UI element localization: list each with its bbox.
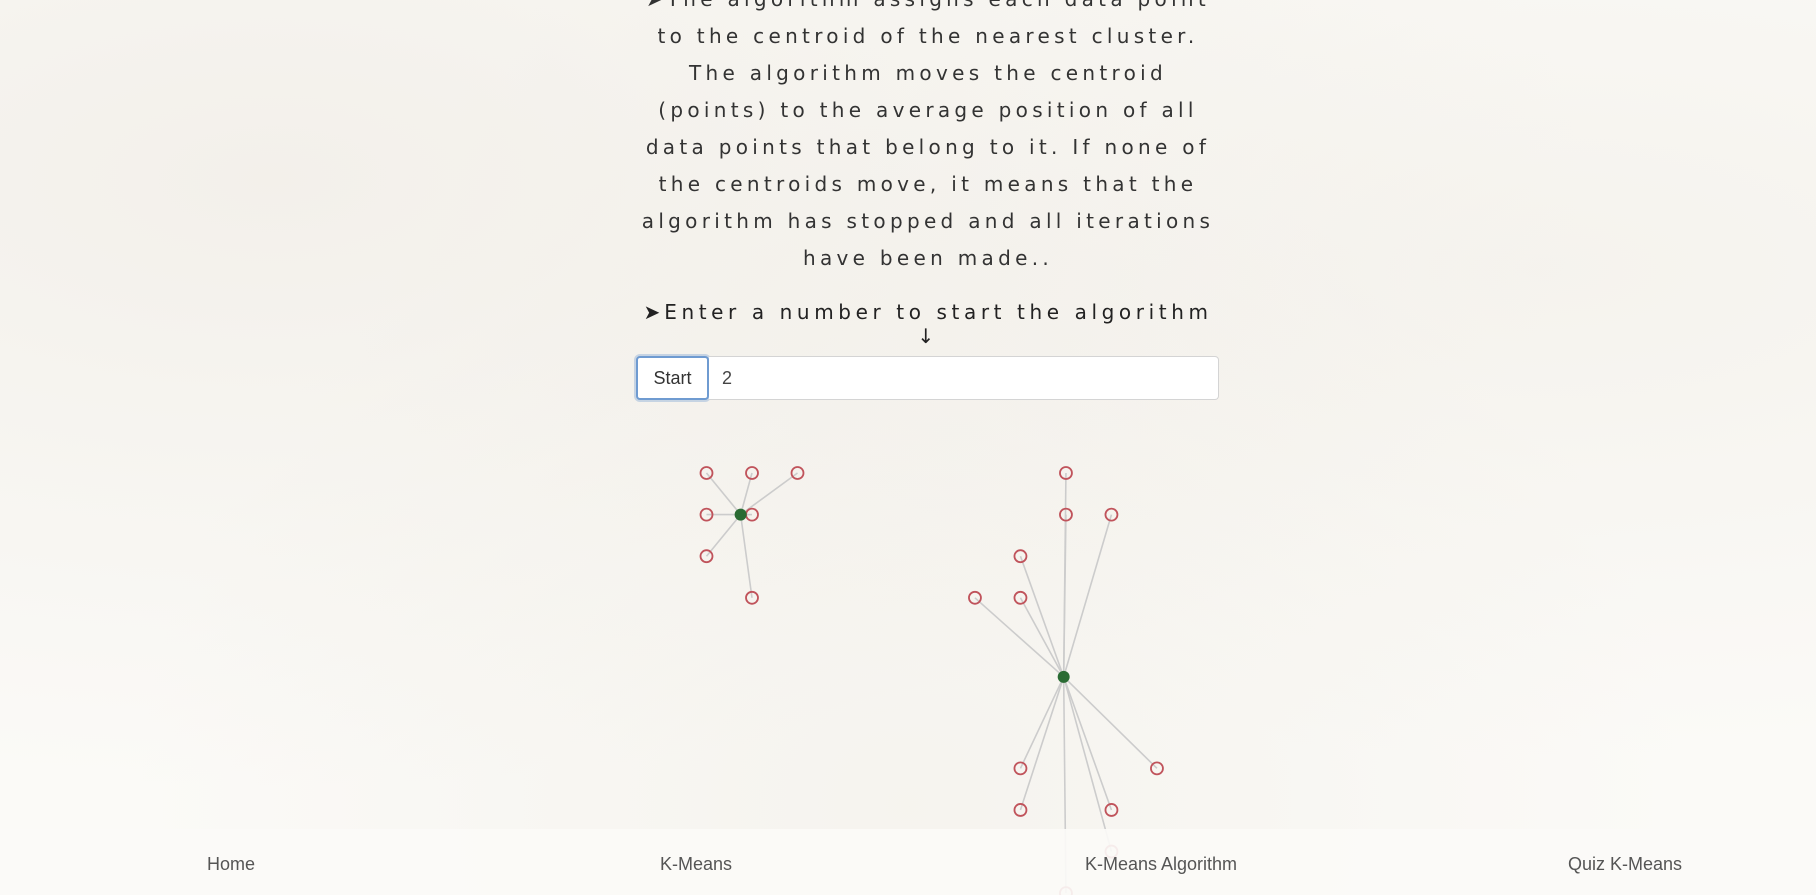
- algorithm-description: ➤The algorithm assigns each data point t…: [628, 0, 1228, 277]
- data-point: [1013, 761, 1028, 776]
- start-button[interactable]: Start: [636, 356, 709, 400]
- assignment-link: [1019, 676, 1065, 811]
- bullet-arrow-icon: ➤: [643, 300, 661, 324]
- assignment-link: [974, 597, 1065, 678]
- data-point: [1013, 803, 1028, 817]
- assignment-link: [1062, 676, 1113, 811]
- assignment-link: [1062, 676, 1113, 852]
- assignment-link: [1019, 555, 1065, 678]
- centroid-point: [1057, 670, 1070, 683]
- assignment-link: [1062, 514, 1113, 678]
- data-point: [1013, 549, 1028, 564]
- nav-link-k-means-algorithm[interactable]: K-Means Algorithm: [1011, 854, 1311, 875]
- nav-link-home[interactable]: Home: [81, 854, 381, 875]
- assignment-link: [1019, 597, 1065, 678]
- nav-link-quiz-k-means[interactable]: Quiz K-Means: [1475, 854, 1775, 875]
- k-input-form: Start: [636, 356, 1219, 400]
- description-text: The algorithm assigns each data point to…: [641, 0, 1215, 270]
- k-number-input[interactable]: [709, 356, 1219, 400]
- assignment-link: [1019, 676, 1065, 769]
- assignment-link: [705, 472, 742, 516]
- bottom-navbar: Home K-Means K-Means Algorithm Quiz K-Me…: [0, 829, 1816, 895]
- assignment-link: [1063, 676, 1158, 769]
- nav-link-k-means[interactable]: K-Means: [546, 854, 846, 875]
- assignment-link: [705, 514, 742, 557]
- down-arrow-icon: ↓: [917, 324, 939, 348]
- centroid-point: [734, 508, 747, 521]
- start-prompt: ➤ Enter a number to start the algorithm ↓: [628, 300, 1228, 348]
- cluster-1: [699, 466, 805, 605]
- bullet-arrow-icon: ➤: [646, 0, 663, 11]
- data-point: [1013, 590, 1028, 605]
- assignment-link: [1062, 514, 1067, 677]
- assignment-link: [739, 514, 753, 598]
- prompt-text: Enter a number to start the algorithm: [664, 300, 1213, 324]
